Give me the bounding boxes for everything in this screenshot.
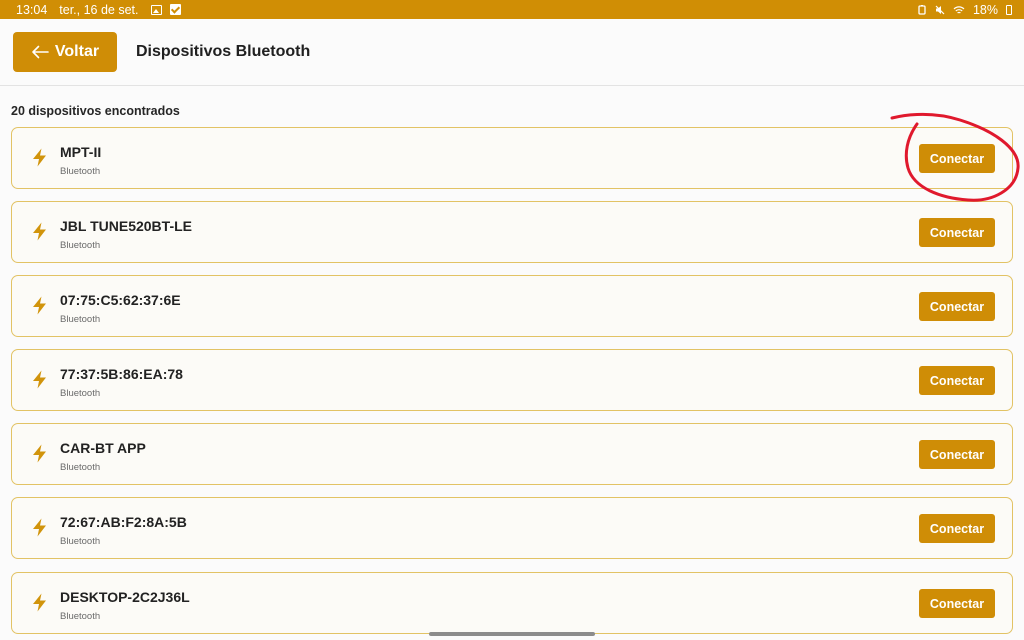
device-name: 07:75:C5:62:37:6E xyxy=(60,292,181,308)
bolt-icon xyxy=(33,444,46,463)
bolt-icon xyxy=(33,593,46,612)
connect-button[interactable]: Conectar xyxy=(919,144,995,173)
device-name: DESKTOP-2C2J36L xyxy=(60,589,190,605)
battery-percent: 18% xyxy=(972,2,998,17)
app-header: Voltar Dispositivos Bluetooth xyxy=(0,19,1024,86)
device-type: Bluetooth xyxy=(60,611,101,622)
device-row-77-37[interactable]: 77:37:5B:86:EA:78 Bluetooth Conectar xyxy=(11,349,1013,411)
bolt-icon xyxy=(33,222,46,241)
battery-saver-icon xyxy=(918,4,926,15)
connect-button[interactable]: Conectar xyxy=(919,514,995,543)
device-count: 20 dispositivos encontrados xyxy=(11,104,180,118)
device-row-07-75[interactable]: 07:75:C5:62:37:6E Bluetooth Conectar xyxy=(11,275,1013,337)
page-title: Dispositivos Bluetooth xyxy=(136,43,311,60)
device-type: Bluetooth xyxy=(60,166,101,177)
device-type: Bluetooth xyxy=(60,314,101,325)
device-name: CAR-BT APP xyxy=(60,440,146,456)
bolt-icon xyxy=(33,518,46,537)
device-type: Bluetooth xyxy=(60,536,101,547)
device-name: 72:67:AB:F2:8A:5B xyxy=(60,514,187,530)
connect-button[interactable]: Conectar xyxy=(919,440,995,469)
device-type: Bluetooth xyxy=(60,388,101,399)
status-date: ter., 16 de set. xyxy=(59,2,139,17)
mute-icon xyxy=(935,5,945,14)
device-row-desktop[interactable]: DESKTOP-2C2J36L Bluetooth Conectar xyxy=(11,572,1013,634)
back-button[interactable]: Voltar xyxy=(13,32,117,72)
device-name: JBL TUNE520BT-LE xyxy=(60,218,192,234)
gesture-bar[interactable] xyxy=(429,632,595,636)
connect-button[interactable]: Conectar xyxy=(919,366,995,395)
device-row-mpt-ii[interactable]: MPT-II Bluetooth Conectar xyxy=(11,127,1013,189)
status-bar-left: 13:04 ter., 16 de set. xyxy=(16,3,181,17)
connect-button[interactable]: Conectar xyxy=(919,589,995,618)
bolt-icon xyxy=(33,148,46,167)
device-type: Bluetooth xyxy=(60,462,101,473)
device-type: Bluetooth xyxy=(60,240,101,251)
gallery-notification-icon xyxy=(150,4,162,15)
battery-icon xyxy=(1006,4,1012,15)
wifi-icon xyxy=(953,5,965,13)
status-bar: 13:04 ter., 16 de set. 18% xyxy=(0,0,1024,19)
device-row-72-67[interactable]: 72:67:AB:F2:8A:5B Bluetooth Conectar xyxy=(11,497,1013,559)
connect-button[interactable]: Conectar xyxy=(919,218,995,247)
status-bar-right: 18% xyxy=(917,3,1012,17)
device-name: 77:37:5B:86:EA:78 xyxy=(60,366,183,382)
connect-button[interactable]: Conectar xyxy=(919,292,995,321)
bolt-icon xyxy=(33,296,46,315)
device-name: MPT-II xyxy=(60,144,102,160)
device-row-jbl[interactable]: JBL TUNE520BT-LE Bluetooth Conectar xyxy=(11,201,1013,263)
checkbox-notification-icon xyxy=(169,4,181,15)
device-row-car-bt[interactable]: CAR-BT APP Bluetooth Conectar xyxy=(11,423,1013,485)
status-time: 13:04 xyxy=(16,2,48,17)
back-button-label: Voltar xyxy=(54,43,100,60)
bolt-icon xyxy=(33,370,46,389)
arrow-left-icon xyxy=(32,45,49,59)
